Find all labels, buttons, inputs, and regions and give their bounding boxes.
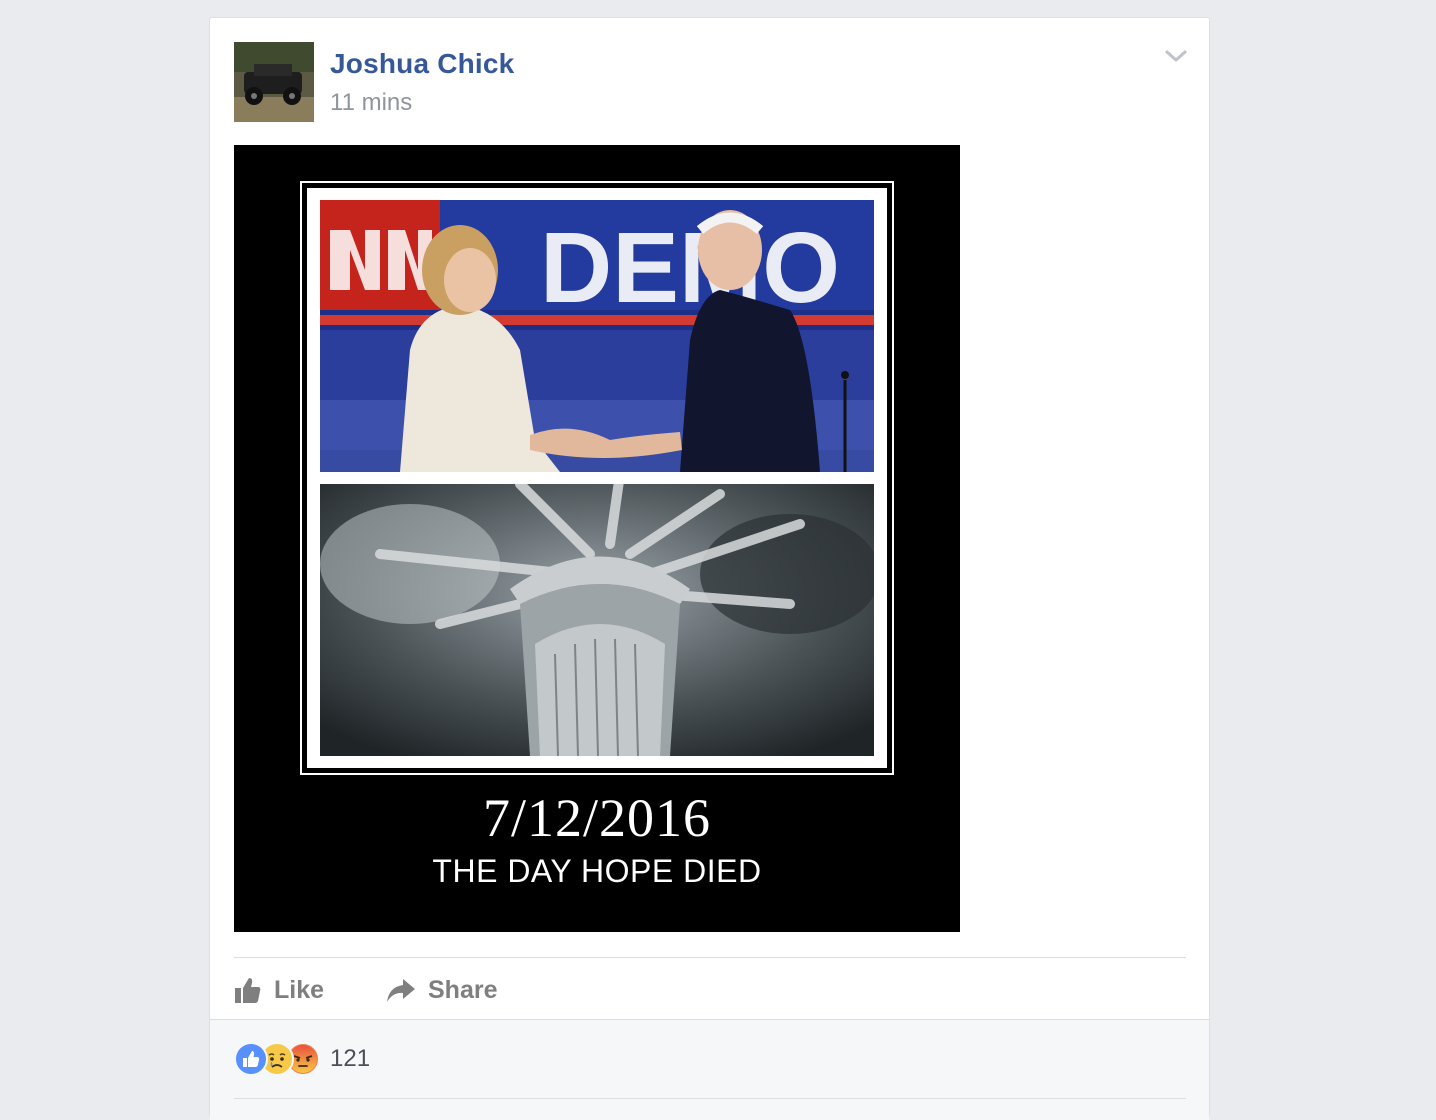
svg-text:DEMO: DEMO [540,212,840,324]
image-caption-date: 7/12/2016 [482,788,711,848]
avatar-photo [234,42,314,122]
post-image[interactable]: DEMO 7/12/2016 THE DAY HOPE DIED [234,145,960,932]
thumbs-up-icon [235,978,261,1003]
footer-divider [234,1098,1186,1099]
post-card: Joshua Chick 11 mins DEMO 7/12/2016 THE … [209,17,1210,1120]
author-avatar[interactable] [234,42,314,122]
actions-divider [234,957,1186,958]
post-timestamp[interactable]: 11 mins [330,89,412,117]
post-footer: 121 [210,1019,1209,1120]
statue-of-liberty-photo [320,484,874,756]
like-icon [234,1042,268,1076]
handshake-photo: DEMO [320,200,874,472]
chevron-down-icon[interactable] [1165,48,1187,64]
like-button[interactable]: Like [234,970,324,1010]
reaction-count[interactable]: 121 [330,1045,370,1073]
share-label: Share [428,975,498,1004]
image-caption-text: THE DAY HOPE DIED [432,853,762,889]
share-button[interactable]: Share [386,970,497,1010]
author-name-link[interactable]: Joshua Chick [330,48,514,80]
share-arrow-icon [387,979,415,1002]
like-label: Like [274,975,325,1004]
reactions-summary[interactable]: 121 [234,1042,370,1076]
